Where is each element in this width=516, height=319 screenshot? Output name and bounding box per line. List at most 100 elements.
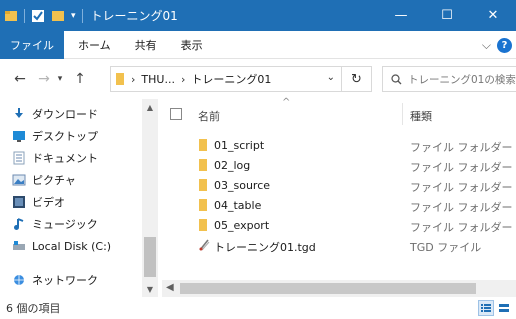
- videos-icon: [13, 196, 25, 208]
- search-placeholder: トレーニング01の検索: [408, 73, 516, 86]
- folder-icon: [116, 73, 124, 85]
- file-type: ファイル フォルダー: [410, 181, 513, 194]
- properties-icon[interactable]: [31, 9, 45, 23]
- select-all-checkbox[interactable]: [170, 108, 182, 120]
- download-icon: [15, 108, 23, 118]
- large-icons-view-icon: [499, 304, 509, 312]
- file-name: 05_export: [214, 219, 270, 232]
- file-list: ^ 名前 種類 01_script ファイル フォルダー 02_log ファイル…: [162, 97, 516, 297]
- maximize-button[interactable]: ☐: [424, 0, 470, 31]
- customize-toolbar-icon[interactable]: ▾: [71, 11, 76, 21]
- table-row[interactable]: 01_script ファイル フォルダー: [162, 135, 516, 155]
- chevron-down-icon[interactable]: ⌄: [327, 72, 335, 83]
- folder-app-icon: [5, 10, 17, 21]
- tab-view[interactable]: 表示: [167, 31, 213, 59]
- search-icon: [391, 73, 402, 84]
- sidebar-item-downloads[interactable]: ダウンロード: [12, 103, 98, 125]
- quick-access-toolbar: ▾: [4, 0, 87, 31]
- tab-home[interactable]: ホーム: [64, 31, 121, 59]
- file-name: トレーニング01.tgd: [214, 241, 316, 254]
- sidebar-item-label: ビデオ: [32, 196, 65, 209]
- sidebar-item-videos[interactable]: ビデオ: [12, 191, 65, 213]
- folder-icon: [199, 139, 207, 151]
- recent-locations-icon[interactable]: ▾: [54, 67, 66, 91]
- address-bar[interactable]: › THU... › トレーニング01 ⌄: [110, 66, 342, 92]
- sidebar-item-label: ドキュメント: [32, 152, 98, 165]
- table-row[interactable]: 04_table ファイル フォルダー: [162, 195, 516, 215]
- folder-icon: [199, 159, 207, 171]
- table-row[interactable]: トレーニング01.tgd TGD ファイル: [162, 235, 516, 255]
- sidebar-item-label: ダウンロード: [32, 108, 98, 121]
- breadcrumb-item-thu[interactable]: THU...: [141, 73, 175, 86]
- help-icon[interactable]: ?: [497, 37, 512, 53]
- breadcrumb-item-training01[interactable]: トレーニング01: [191, 71, 271, 87]
- breadcrumb-separator: ›: [180, 72, 186, 86]
- tab-file[interactable]: ファイル: [0, 30, 64, 59]
- file-name: 04_table: [214, 199, 262, 212]
- file-name: 03_source: [214, 179, 271, 192]
- tab-share[interactable]: 共有: [121, 31, 167, 59]
- file-type: ファイル フォルダー: [410, 201, 513, 214]
- sidebar-item-label: Local Disk (C:): [32, 239, 112, 253]
- folder-icon: [199, 199, 207, 211]
- new-folder-icon[interactable]: [51, 9, 65, 23]
- drive-icon: [13, 241, 25, 250]
- navigation-pane: ダウンロード デスクトップ ドキュメント ピクチャ ビデオ ミュージック Loc…: [0, 99, 158, 297]
- column-header-name[interactable]: 名前: [198, 108, 220, 124]
- close-button[interactable]: ✕: [470, 0, 516, 31]
- navigation-bar: ← → ▾ ↑ › THU... › トレーニング01 ⌄ ↻ トレーニング01…: [0, 59, 516, 99]
- title-bar: ▾ トレーニング01 — ☐ ✕: [0, 0, 516, 31]
- sort-ascending-icon: ^: [282, 97, 291, 108]
- sidebar-item-pictures[interactable]: ピクチャ: [12, 169, 76, 191]
- item-count: 6 個の項目: [6, 302, 61, 315]
- search-input[interactable]: トレーニング01の検索: [382, 66, 516, 92]
- file-type: TGD ファイル: [410, 241, 482, 254]
- sidebar-item-label: ネットワーク: [32, 274, 98, 287]
- table-row[interactable]: 02_log ファイル フォルダー: [162, 155, 516, 175]
- back-button[interactable]: ←: [10, 67, 30, 91]
- details-view-button[interactable]: [478, 300, 494, 316]
- sidebar-item-label: デスクトップ: [32, 130, 98, 143]
- expand-ribbon-icon[interactable]: ⌵: [482, 38, 491, 53]
- column-divider[interactable]: [402, 103, 403, 125]
- breadcrumb-separator: ›: [131, 72, 136, 86]
- folder-icon: [199, 179, 207, 191]
- scroll-left-icon[interactable]: ◀: [166, 282, 174, 293]
- up-button[interactable]: ↑: [70, 67, 90, 91]
- sidebar-item-music[interactable]: ミュージック: [12, 213, 98, 235]
- tgd-file-icon: [199, 239, 210, 251]
- window-title: トレーニング01: [90, 9, 178, 23]
- sidebar-scrollbar[interactable]: ▲ ▼: [142, 99, 158, 297]
- file-name: 01_script: [214, 139, 265, 152]
- scroll-down-icon[interactable]: ▼: [142, 285, 158, 294]
- file-type: ファイル フォルダー: [410, 161, 513, 174]
- table-row[interactable]: 03_source ファイル フォルダー: [162, 175, 516, 195]
- horizontal-scroll-thumb[interactable]: [180, 283, 476, 294]
- sidebar-item-label: ピクチャ: [32, 174, 76, 187]
- table-row[interactable]: 05_export ファイル フォルダー: [162, 215, 516, 235]
- network-icon: [14, 275, 24, 285]
- sidebar-item-desktop[interactable]: デスクトップ: [12, 125, 98, 147]
- horizontal-scrollbar[interactable]: ◀: [162, 280, 516, 297]
- sidebar-item-network[interactable]: ネットワーク: [12, 269, 98, 291]
- pictures-icon: [12, 174, 26, 186]
- ribbon-tabs: ファイル ホーム 共有 表示 ⌵ ?: [0, 30, 516, 59]
- sidebar-item-local-disk[interactable]: Local Disk (C:): [12, 235, 111, 257]
- music-icon: [14, 218, 24, 230]
- forward-button[interactable]: →: [34, 67, 54, 91]
- details-view-icon: [481, 304, 491, 312]
- documents-icon: [13, 151, 25, 165]
- column-header-type[interactable]: 種類: [410, 108, 432, 124]
- desktop-icon: [13, 131, 25, 142]
- scroll-up-icon[interactable]: ▲: [142, 103, 158, 112]
- sidebar-item-label: ミュージック: [32, 218, 98, 231]
- sidebar-item-documents[interactable]: ドキュメント: [12, 147, 98, 169]
- file-name: 02_log: [214, 159, 251, 172]
- minimize-button[interactable]: —: [378, 0, 424, 31]
- large-icons-view-button[interactable]: [496, 300, 512, 316]
- folder-icon: [199, 219, 207, 231]
- file-type: ファイル フォルダー: [410, 141, 513, 154]
- sidebar-scroll-thumb[interactable]: [144, 237, 156, 277]
- file-type: ファイル フォルダー: [410, 221, 513, 234]
- refresh-button[interactable]: ↻: [342, 66, 372, 92]
